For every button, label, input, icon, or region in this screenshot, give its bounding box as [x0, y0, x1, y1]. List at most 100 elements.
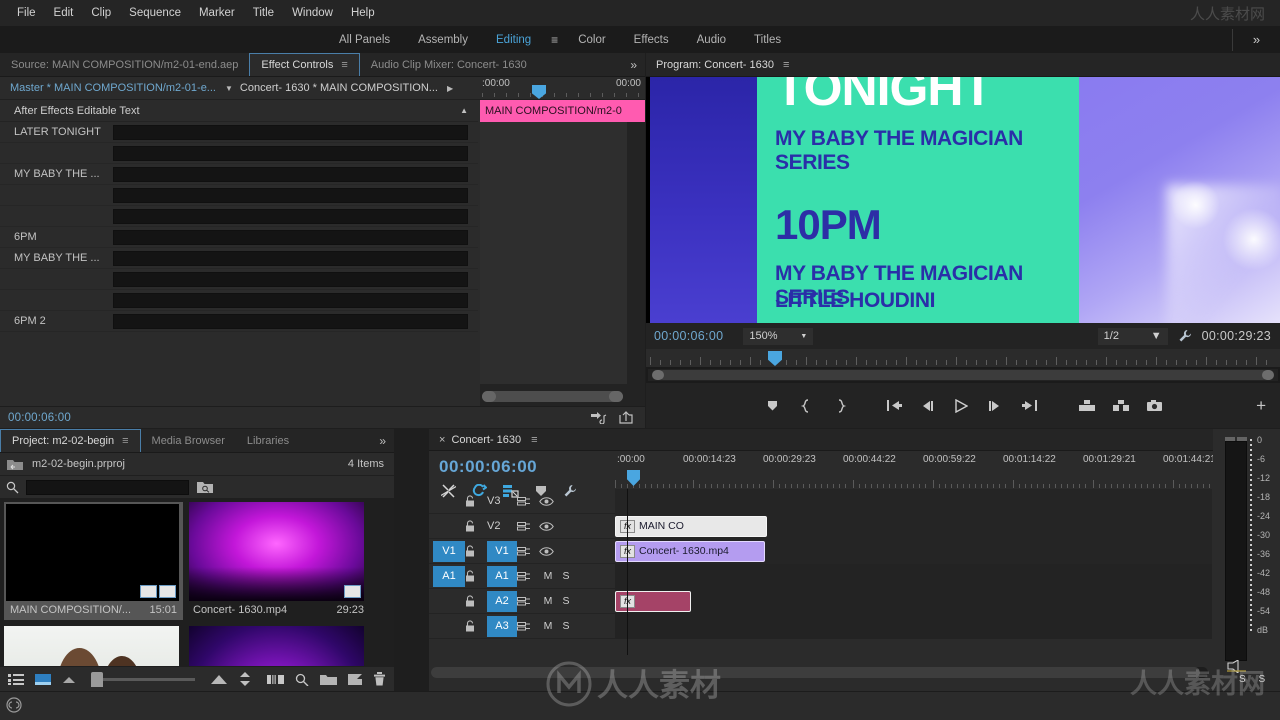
- effect-row-field[interactable]: [113, 313, 468, 329]
- tab-effect-controls[interactable]: Effect Controls ≡: [249, 53, 360, 76]
- track-content-v3[interactable]: [615, 489, 1212, 514]
- chevron-down-icon[interactable]: ▼: [216, 84, 240, 93]
- program-monitor-scrollbar[interactable]: [648, 369, 1278, 381]
- effect-row[interactable]: MY BABY THE ...: [0, 164, 478, 185]
- track-solo-a1[interactable]: S: [557, 570, 575, 582]
- button-editor-icon[interactable]: +: [1256, 396, 1280, 416]
- menu-item-window[interactable]: Window: [283, 4, 342, 22]
- effect-controls-hscrollbar[interactable]: [482, 391, 623, 402]
- zoom-out-icon[interactable]: [62, 675, 76, 684]
- filter-bin-icon[interactable]: [196, 480, 214, 494]
- eye-icon[interactable]: [539, 496, 561, 507]
- timeline-clip-main-composition[interactable]: fx MAIN CO: [615, 515, 767, 537]
- track-name-v1[interactable]: V1: [487, 540, 517, 562]
- track-header-a1[interactable]: A1 A1 M S: [429, 564, 615, 589]
- track-target-v2[interactable]: [433, 516, 465, 537]
- program-monitor-ruler[interactable]: [646, 349, 1280, 367]
- track-mute-a3[interactable]: M: [539, 620, 557, 632]
- search-icon[interactable]: [6, 481, 19, 494]
- sort-icon[interactable]: [239, 672, 251, 686]
- track-content-a2[interactable]: fx: [615, 588, 1212, 614]
- zoom-level-dropdown[interactable]: 150% ▼: [743, 327, 814, 345]
- menu-item-marker[interactable]: Marker: [190, 4, 244, 22]
- workspace-audio[interactable]: Audio: [683, 30, 740, 50]
- track-content-a1[interactable]: [615, 563, 1212, 589]
- scrollbar-thumb[interactable]: [658, 370, 1268, 380]
- effect-controls-clip-label[interactable]: Concert- 1630 * MAIN COMPOSITION...: [240, 82, 438, 94]
- workspace-menu-icon[interactable]: ≡: [545, 33, 564, 47]
- chevron-up-icon[interactable]: ▲: [460, 106, 468, 115]
- sync-lock-icon[interactable]: [517, 571, 539, 582]
- effect-row-field[interactable]: [113, 208, 468, 224]
- sync-lock-icon[interactable]: [517, 621, 539, 632]
- sync-lock-icon[interactable]: [517, 596, 539, 607]
- automate-to-sequence-icon[interactable]: [267, 673, 284, 686]
- effect-controls-menu-icon[interactable]: ≡: [341, 59, 347, 71]
- track-name-v3[interactable]: V3: [487, 495, 517, 507]
- effect-row[interactable]: MY BABY THE ...: [0, 248, 478, 269]
- workspace-color[interactable]: Color: [564, 30, 619, 50]
- mark-out-icon[interactable]: [834, 398, 868, 413]
- effect-row[interactable]: [0, 185, 478, 206]
- effect-controls-clip-bar[interactable]: MAIN COMPOSITION/m2-0: [480, 100, 645, 122]
- project-item[interactable]: [189, 626, 368, 666]
- parent-folder-icon[interactable]: [6, 457, 24, 471]
- scrollbar-thumb[interactable]: [431, 667, 1201, 678]
- scrollbar-grip-left[interactable]: [652, 370, 664, 380]
- track-name-a2[interactable]: A2: [487, 590, 517, 612]
- scrollbar-grip-right[interactable]: [1262, 370, 1274, 380]
- effect-row-field[interactable]: [113, 145, 468, 161]
- effect-row-field[interactable]: [113, 229, 468, 245]
- timeline-ruler[interactable]: :00:00 00:00:14:23 00:00:29:23 00:00:44:…: [615, 451, 1262, 489]
- menu-item-clip[interactable]: Clip: [82, 4, 120, 22]
- lift-icon[interactable]: [1078, 399, 1112, 412]
- timeline-clip-concert[interactable]: fx Concert- 1630.mp4: [615, 540, 765, 562]
- lock-icon[interactable]: [465, 620, 487, 632]
- timeline-sequence-name[interactable]: Concert- 1630: [451, 434, 521, 446]
- program-monitor-menu-icon[interactable]: ≡: [783, 59, 789, 71]
- project-item[interactable]: [4, 626, 183, 666]
- track-header-a3[interactable]: A3 M S: [429, 614, 615, 639]
- audio-waveform-icon[interactable]: [591, 411, 607, 424]
- effect-row[interactable]: [0, 143, 478, 164]
- project-item[interactable]: MAIN COMPOSITION/... 15:01: [4, 502, 183, 620]
- effect-controls-timecode[interactable]: 00:00:06:00: [0, 412, 71, 424]
- scrollbar-grip-right[interactable]: [609, 391, 623, 402]
- trash-icon[interactable]: [373, 672, 386, 686]
- lock-icon[interactable]: [465, 595, 487, 607]
- go-to-in-icon[interactable]: [886, 399, 920, 412]
- audio-meter-channels[interactable]: S S: [1239, 674, 1270, 685]
- slider-knob[interactable]: [91, 671, 103, 687]
- workspace-overflow-icon[interactable]: »: [1233, 32, 1280, 47]
- effect-row[interactable]: [0, 290, 478, 311]
- lock-icon[interactable]: [465, 520, 487, 532]
- zoom-in-icon[interactable]: [210, 674, 228, 685]
- project-item-grid[interactable]: MAIN COMPOSITION/... 15:01 Concert- 1630…: [0, 498, 394, 666]
- effect-row-field[interactable]: [113, 187, 468, 203]
- workspace-all-panels[interactable]: All Panels: [325, 30, 404, 50]
- effect-controls-keyframe-area[interactable]: [480, 122, 627, 384]
- tab-audio-clip-mixer[interactable]: Audio Clip Mixer: Concert- 1630: [360, 53, 538, 76]
- effect-row-field[interactable]: [113, 124, 468, 140]
- track-name-v2[interactable]: V2: [487, 520, 517, 532]
- tab-media-browser[interactable]: Media Browser: [141, 429, 236, 452]
- track-target-v3[interactable]: [433, 491, 465, 512]
- mark-in-icon[interactable]: [800, 398, 834, 413]
- effect-group-header[interactable]: After Effects Editable Text ▲: [0, 100, 478, 122]
- effect-controls-master-label[interactable]: Master * MAIN COMPOSITION/m2-01-e...: [0, 82, 216, 94]
- track-target-a2[interactable]: [433, 591, 465, 612]
- go-to-out-icon[interactable]: [1022, 399, 1056, 412]
- track-mute-a2[interactable]: M: [539, 595, 557, 607]
- menu-item-edit[interactable]: Edit: [45, 4, 83, 22]
- tab-project[interactable]: Project: m2-02-begin ≡: [0, 429, 141, 452]
- menu-item-file[interactable]: File: [8, 4, 45, 22]
- lock-icon[interactable]: [465, 495, 487, 507]
- timeline-menu-icon[interactable]: ≡: [521, 434, 547, 446]
- scrollbar-thumb[interactable]: [482, 391, 623, 402]
- project-item[interactable]: Concert- 1630.mp4 29:23: [189, 502, 368, 620]
- eye-icon[interactable]: [539, 546, 561, 557]
- scrollbar-grip-left[interactable]: [482, 391, 496, 402]
- effect-controls-ruler[interactable]: :00:00 00:00: [480, 77, 645, 100]
- effect-row-field[interactable]: [113, 292, 468, 308]
- search-input[interactable]: [26, 479, 189, 495]
